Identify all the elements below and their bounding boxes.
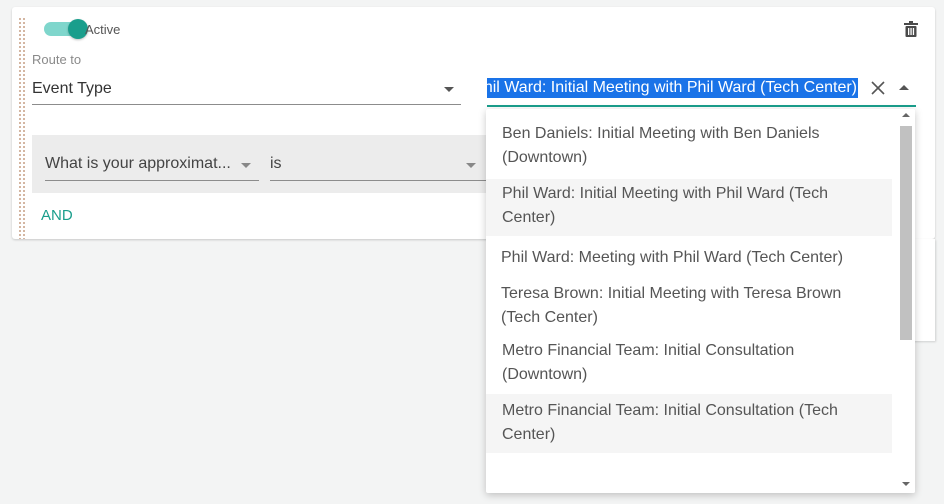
route-type-value: Event Type xyxy=(32,80,112,97)
scrollbar-thumb[interactable] xyxy=(900,126,912,340)
option-line: Teresa Brown: Initial Meeting with Teres… xyxy=(501,285,842,302)
condition-operator-select[interactable]: is xyxy=(270,152,487,181)
condition-box: What is your approximat... is xyxy=(32,135,487,193)
option-line: Metro Financial Team: Initial Consultati… xyxy=(502,402,838,419)
chevron-up-icon[interactable] xyxy=(899,85,909,90)
condition-question-value: What is your approximat... xyxy=(45,155,231,172)
dropdown-option-hovered[interactable]: Phil Ward: Initial Meeting with Phil War… xyxy=(486,179,892,236)
condition-question-select[interactable]: What is your approximat... xyxy=(45,152,259,181)
option-line: (Downtown) xyxy=(502,149,588,166)
combobox-selected-text: Phil Ward: Initial Meeting with Phil War… xyxy=(487,78,858,98)
option-line: Phil Ward: Initial Meeting with Phil War… xyxy=(502,185,829,202)
dropdown-option[interactable]: Phil Ward: Meeting with Phil Ward (Tech … xyxy=(486,246,892,270)
route-type-select[interactable]: Event Type xyxy=(32,78,461,105)
option-line: Ben Daniels: Initial Meeting with Ben Da… xyxy=(502,125,820,142)
option-line: Center) xyxy=(502,426,556,443)
option-line: Center) xyxy=(502,209,556,226)
option-line: (Downtown) xyxy=(502,366,588,383)
and-button[interactable]: AND xyxy=(41,207,73,224)
option-line: (Tech Center) xyxy=(501,309,598,326)
condition-operator-value: is xyxy=(270,155,282,172)
event-type-combobox[interactable]: Phil Ward: Initial Meeting with Phil War… xyxy=(487,74,916,107)
close-icon[interactable] xyxy=(871,81,885,95)
dropdown-option[interactable]: Ben Daniels: Initial Meeting with Ben Da… xyxy=(486,122,892,170)
option-line: Metro Financial Team: Initial Consultati… xyxy=(502,342,795,359)
dropdown-option[interactable]: Metro Financial Team: Initial Consultati… xyxy=(486,339,892,387)
dropdown-option[interactable]: Teresa Brown: Initial Meeting with Teres… xyxy=(486,282,892,330)
dropdown-option[interactable]: Metro Financial Team: Initial Consultati… xyxy=(486,394,892,453)
scroll-up-icon[interactable] xyxy=(902,113,910,117)
chevron-down-icon xyxy=(444,87,454,92)
route-to-label: Route to xyxy=(32,52,82,67)
scroll-down-icon[interactable] xyxy=(902,482,910,486)
drag-handle-icon[interactable] xyxy=(18,17,26,239)
combobox-input[interactable]: Phil Ward: Initial Meeting with Phil War… xyxy=(487,78,861,100)
chevron-down-icon xyxy=(466,163,476,168)
option-line: Phil Ward: Meeting with Phil Ward (Tech … xyxy=(501,249,844,266)
event-type-dropdown: Ben Daniels: Initial Meeting with Ben Da… xyxy=(486,109,915,493)
chevron-down-icon xyxy=(241,163,251,168)
active-toggle[interactable] xyxy=(44,18,88,40)
trash-icon[interactable] xyxy=(904,21,918,37)
toggle-label: Active xyxy=(85,22,121,37)
